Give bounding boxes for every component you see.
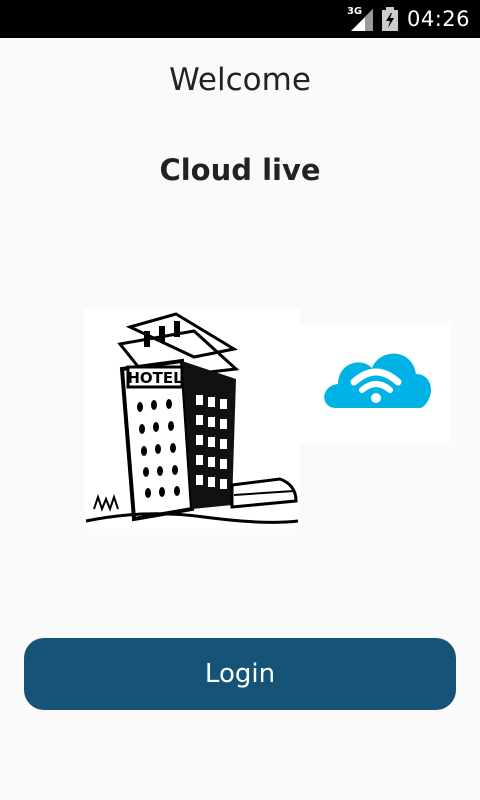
welcome-heading: Welcome xyxy=(169,62,311,98)
battery-charging-icon xyxy=(381,7,398,31)
status-icons: 3G 04:26 xyxy=(347,0,470,38)
svg-text:HOTEL: HOTEL xyxy=(127,369,183,387)
hotel-building-illustration: HOTEL xyxy=(84,309,300,529)
cloud-wifi-icon xyxy=(300,324,450,443)
app-title: Cloud live xyxy=(159,153,321,187)
status-bar: 3G 04:26 xyxy=(0,0,480,38)
status-clock: 04:26 xyxy=(406,7,470,31)
login-button[interactable]: Login xyxy=(24,638,456,710)
cell-signal-icon: 3G xyxy=(347,7,373,31)
